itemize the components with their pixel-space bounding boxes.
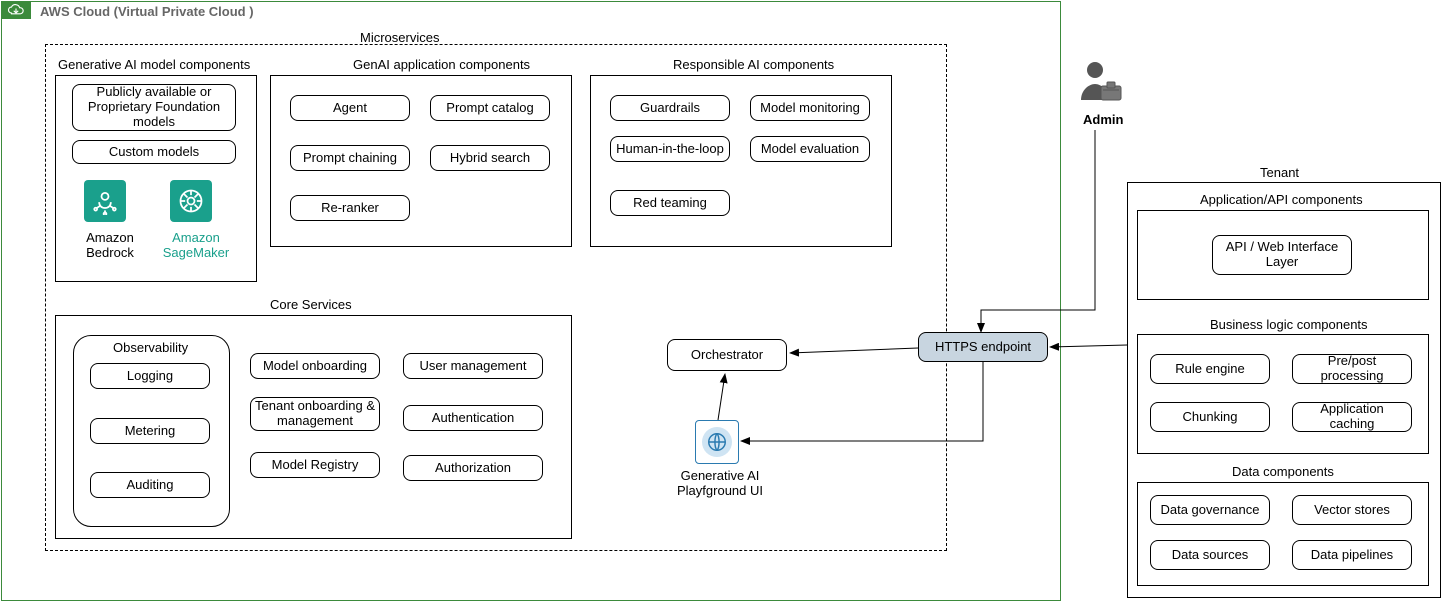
admin-label: Admin [1083,112,1123,127]
microservices-title: Microservices [360,30,439,45]
box-authn: Authentication [403,405,543,431]
admin-user-icon [1075,60,1123,111]
box-rule-engine: Rule engine [1150,354,1270,384]
tenant-data-section-title: Data components [1232,464,1334,479]
box-vector: Vector stores [1292,495,1412,525]
box-authz: Authorization [403,455,543,481]
box-model-onboarding: Model onboarding [250,353,380,379]
section-title-genai-models: Generative AI model components [58,57,250,72]
box-agent: Agent [290,95,410,121]
box-auditing: Auditing [90,472,210,498]
box-data-gov: Data governance [1150,495,1270,525]
box-re-ranker: Re-ranker [290,195,410,221]
box-custom-models: Custom models [72,140,236,164]
box-red-teaming: Red teaming [610,190,730,216]
box-https-endpoint: HTTPS endpoint [918,332,1048,362]
box-tenant-onboarding: Tenant onboarding & management [250,397,380,431]
box-api-layer: API / Web Interface Layer [1212,235,1352,275]
box-guardrails: Guardrails [610,95,730,121]
playground-ui-icon [695,420,739,464]
label-bedrock: Amazon Bedrock [80,230,140,260]
playground-ui-label: Generative AI Playfground UI [660,468,780,498]
label-sagemaker: Amazon SageMaker [157,230,235,260]
tenant-title: Tenant [1260,165,1299,180]
box-model-monitoring: Model monitoring [750,95,870,121]
box-prompt-catalog: Prompt catalog [430,95,550,121]
box-data-src: Data sources [1150,540,1270,570]
box-app-cache: Application caching [1292,402,1412,432]
box-foundation-models: Publicly available or Proprietary Founda… [72,84,236,131]
box-prepost: Pre/post processing [1292,354,1412,384]
tenant-biz-section [1137,334,1429,454]
box-logging: Logging [90,363,210,389]
box-hybrid-search: Hybrid search [430,145,550,171]
tenant-api-section-title: Application/API components [1200,192,1363,207]
box-user-mgmt: User management [403,353,543,379]
amazon-sagemaker-icon [170,180,212,222]
box-human-loop: Human-in-the-loop [610,136,730,162]
section-title-genai-app: GenAI application components [353,57,530,72]
box-data-pipe: Data pipelines [1292,540,1412,570]
amazon-bedrock-icon [84,180,126,222]
observability-title: Observability [113,340,188,355]
aws-cloud-title: AWS Cloud (Virtual Private Cloud ) [40,4,254,19]
box-chunking: Chunking [1150,402,1270,432]
section-title-responsible: Responsible AI components [673,57,834,72]
tenant-biz-section-title: Business logic components [1210,317,1368,332]
box-model-registry: Model Registry [250,452,380,478]
section-title-core: Core Services [270,297,352,312]
aws-cloud-icon [1,1,31,19]
box-metering: Metering [90,418,210,444]
box-model-eval: Model evaluation [750,136,870,162]
box-prompt-chaining: Prompt chaining [290,145,410,171]
box-orchestrator: Orchestrator [667,339,787,371]
